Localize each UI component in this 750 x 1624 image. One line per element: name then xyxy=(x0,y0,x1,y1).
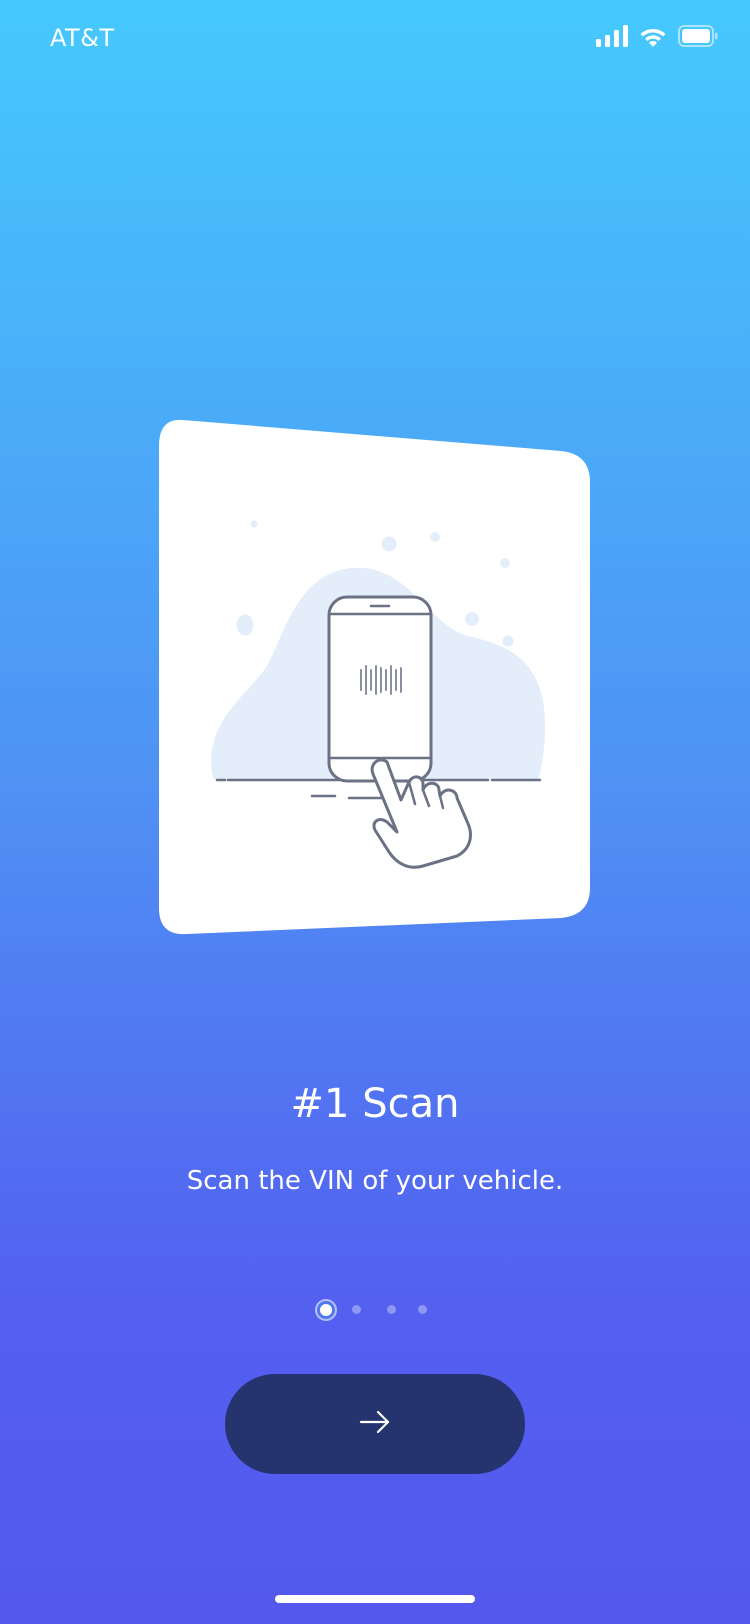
illustration-card xyxy=(157,418,592,936)
home-indicator[interactable] xyxy=(275,1595,475,1603)
status-icons xyxy=(596,24,718,48)
next-button[interactable] xyxy=(225,1374,525,1474)
battery-icon xyxy=(678,25,718,47)
carrier-label: AT&T xyxy=(50,24,115,52)
status-bar: AT&T xyxy=(0,0,750,80)
onboarding-subtitle: Scan the VIN of your vehicle. xyxy=(186,1166,564,1196)
phone-barcode-scan-illustration xyxy=(159,419,590,935)
page-dot-4[interactable] xyxy=(418,1305,427,1314)
page-indicator[interactable] xyxy=(0,1298,750,1322)
page-dot-3[interactable] xyxy=(387,1305,396,1314)
page-dot-2[interactable] xyxy=(352,1305,361,1314)
arrow-right-icon xyxy=(359,1410,391,1438)
cellular-signal-icon xyxy=(596,25,628,47)
wifi-icon xyxy=(638,25,668,47)
onboarding-title: #1 Scan xyxy=(290,1081,460,1127)
onboarding-screen: AT&T #1 Scan Scan the VIN of your vehicl… xyxy=(0,0,750,1624)
page-dot-1-active[interactable] xyxy=(320,1304,332,1316)
